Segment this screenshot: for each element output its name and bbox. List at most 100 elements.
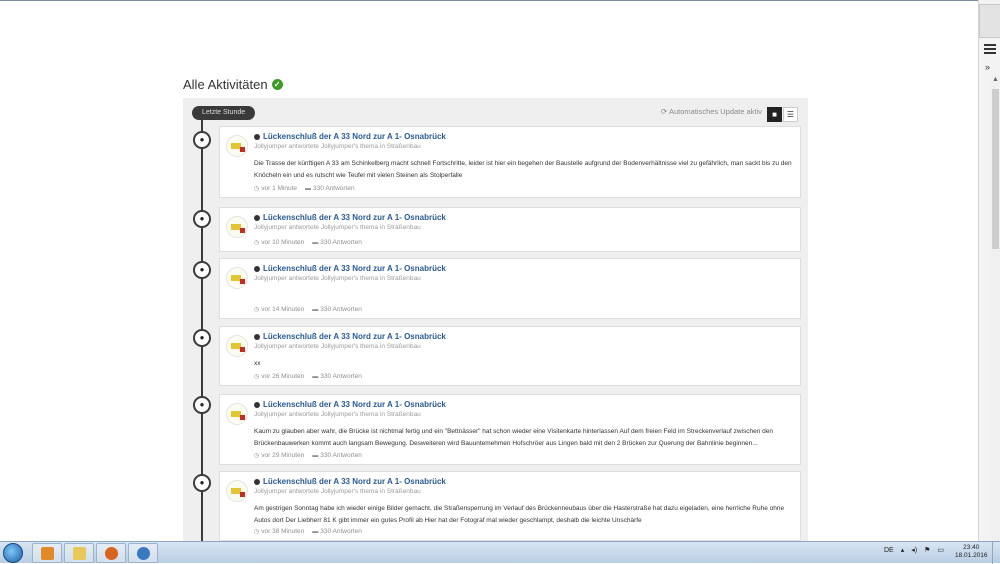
file-explorer-button[interactable] xyxy=(64,543,94,563)
activity-title: Lückenschluß der A 33 Nord zur A 1- Osna… xyxy=(263,477,446,486)
activity-time: ◷ vor 29 Minuten xyxy=(254,452,304,459)
comment-icon: ▬ xyxy=(305,185,312,192)
network-icon[interactable]: ▭ xyxy=(937,546,944,554)
activity-subtitle: Jollyjumper antwortete Jollyjumper's the… xyxy=(254,488,421,495)
comment-icon: ● xyxy=(193,131,211,149)
activity-replies-text: 330 Antworten xyxy=(320,239,362,246)
avatar[interactable] xyxy=(226,267,248,289)
comment-icon: ▬ xyxy=(312,306,319,313)
activity-replies[interactable]: ▬ 330 Antworten xyxy=(312,452,362,459)
activity-title-link[interactable]: Lückenschluß der A 33 Nord zur A 1- Osna… xyxy=(254,332,792,341)
status-dot-icon xyxy=(254,133,260,140)
clock[interactable]: 23:40 18.01.2016 xyxy=(955,544,988,560)
system-tray: DE ▴ ◂) ⚑ ▭ xyxy=(884,546,944,555)
window-top-border xyxy=(0,0,978,1)
activity-item: Lückenschluß der A 33 Nord zur A 1- Osna… xyxy=(219,326,801,386)
square-icon: ■ xyxy=(772,110,777,119)
language-indicator[interactable]: DE xyxy=(884,547,894,554)
activity-subtitle: Jollyjumper antwortete Jollyjumper's the… xyxy=(254,411,421,418)
hamburger-menu-icon[interactable] xyxy=(984,44,996,54)
scroll-up-arrow-icon[interactable]: ▲ xyxy=(991,75,1000,85)
status-dot-icon xyxy=(254,333,260,340)
page-title: Alle Aktivitäten ✓ xyxy=(183,77,283,92)
media-player-button[interactable] xyxy=(32,543,62,563)
tray-expand-icon[interactable]: ▴ xyxy=(901,546,905,554)
comment-icon: ▬ xyxy=(312,452,319,459)
page-title-text: Alle Aktivitäten xyxy=(183,77,268,92)
activity-replies[interactable]: ▬ 330 Antworten xyxy=(312,306,362,313)
activity-title: Lückenschluß der A 33 Nord zur A 1- Osna… xyxy=(263,264,446,273)
view-expanded-button[interactable]: ■ xyxy=(767,107,782,122)
status-dot-icon xyxy=(254,401,260,408)
activity-replies[interactable]: ▬ 330 Antworten xyxy=(312,239,362,246)
volume-icon[interactable]: ◂) xyxy=(911,546,917,554)
activity-excerpt: Die Trasse der künftigen A 33 am Schinke… xyxy=(254,160,792,179)
show-desktop-button[interactable] xyxy=(992,542,1000,564)
vertical-scrollbar[interactable]: ▲ xyxy=(991,75,1000,541)
comment-icon: ● xyxy=(193,329,211,347)
activity-subtitle: Jollyjumper antwortete Jollyjumper's the… xyxy=(254,275,421,282)
status-dot-icon xyxy=(254,265,260,272)
activity-title-link[interactable]: Lückenschluß der A 33 Nord zur A 1- Osna… xyxy=(254,213,792,222)
comment-icon: ▬ xyxy=(312,239,319,246)
comment-icon: ● xyxy=(193,396,211,414)
clock-icon: ◷ xyxy=(254,240,260,246)
clock-time: 23:40 xyxy=(963,544,980,551)
clock-icon: ◷ xyxy=(254,307,260,313)
activity-subtitle: Jollyjumper antwortete Jollyjumper's the… xyxy=(254,224,421,231)
activity-time-text: vor 38 Minuten xyxy=(261,528,305,535)
taskbar: DE ▴ ◂) ⚑ ▭ 23:40 18.01.2016 xyxy=(0,541,1000,564)
activity-replies-text: 330 Antworten xyxy=(320,373,362,380)
check-icon: ✓ xyxy=(271,79,283,90)
activity-time: ◷ vor 14 Minuten xyxy=(254,306,304,313)
activity-time: ◷ vor 1 Minute xyxy=(254,185,297,192)
activity-item: Lückenschluß der A 33 Nord zur A 1- Osna… xyxy=(219,471,801,541)
activity-subtitle: Jollyjumper antwortete Jollyjumper's the… xyxy=(254,143,421,150)
comment-icon: ▬ xyxy=(312,373,319,380)
comment-icon: ● xyxy=(193,474,211,492)
clock-icon: ◷ xyxy=(254,186,260,192)
auto-update-status[interactable]: ⟳ Automatisches Update aktiv xyxy=(661,107,762,116)
avatar[interactable] xyxy=(226,335,248,357)
avatar[interactable] xyxy=(226,216,248,238)
period-badge[interactable]: Letzte Stunde xyxy=(192,106,256,120)
activity-time-text: vor 10 Minuten xyxy=(261,239,305,246)
avatar[interactable] xyxy=(226,135,248,157)
activity-title: Lückenschluß der A 33 Nord zur A 1- Osna… xyxy=(263,213,446,222)
flag-icon[interactable]: ⚑ xyxy=(924,546,930,554)
comment-icon: ● xyxy=(193,261,211,279)
clock-icon: ◷ xyxy=(254,529,260,535)
start-button[interactable] xyxy=(3,543,23,563)
activity-excerpt: xx xyxy=(254,360,261,367)
activity-time: ◷ vor 38 Minuten xyxy=(254,528,304,535)
activity-title-link[interactable]: Lückenschluß der A 33 Nord zur A 1- Osna… xyxy=(254,477,792,486)
activity-title-link[interactable]: Lückenschluß der A 33 Nord zur A 1- Osna… xyxy=(254,264,792,273)
scrollbar-thumb[interactable] xyxy=(992,89,999,249)
view-condensed-button[interactable]: ☰ xyxy=(783,107,798,122)
list-icon: ☰ xyxy=(786,110,795,119)
avatar[interactable] xyxy=(226,403,248,425)
activity-title-link[interactable]: Lückenschluß der A 33 Nord zur A 1- Osna… xyxy=(254,400,792,409)
activity-excerpt: Am gestrigen Sonntag habe ich wieder ein… xyxy=(254,505,785,524)
comment-icon: ▬ xyxy=(312,528,319,535)
activity-time-text: vor 1 Minute xyxy=(261,185,298,192)
activity-item: Lückenschluß der A 33 Nord zur A 1- Osna… xyxy=(219,126,801,198)
refresh-icon: ⟳ xyxy=(661,107,668,116)
activity-replies[interactable]: ▬ 330 Antworten xyxy=(305,185,355,192)
activity-stream: Letzte Stunde ⟳ Automatisches Update akt… xyxy=(183,98,808,541)
activity-item: Lückenschluß der A 33 Nord zur A 1- Osna… xyxy=(219,394,801,465)
avatar[interactable] xyxy=(226,480,248,502)
activity-replies[interactable]: ▬ 330 Antworten xyxy=(312,373,362,380)
activity-title: Lückenschluß der A 33 Nord zur A 1- Osna… xyxy=(263,400,446,409)
activity-title-link[interactable]: Lückenschluß der A 33 Nord zur A 1- Osna… xyxy=(254,132,792,141)
status-dot-icon xyxy=(254,478,260,485)
thunderbird-button[interactable] xyxy=(128,543,158,563)
firefox-button[interactable] xyxy=(96,543,126,563)
clock-icon: ◷ xyxy=(254,453,260,459)
activity-replies[interactable]: ▬ 330 Antworten xyxy=(312,528,362,535)
folder-icon xyxy=(73,547,86,560)
firefox-icon xyxy=(105,547,118,560)
expand-chevron-icon[interactable]: » xyxy=(985,62,990,72)
activity-excerpt: Kaum zu glauben aber wahr, die Brücke is… xyxy=(254,428,773,447)
side-panel-handle[interactable] xyxy=(979,4,1000,38)
